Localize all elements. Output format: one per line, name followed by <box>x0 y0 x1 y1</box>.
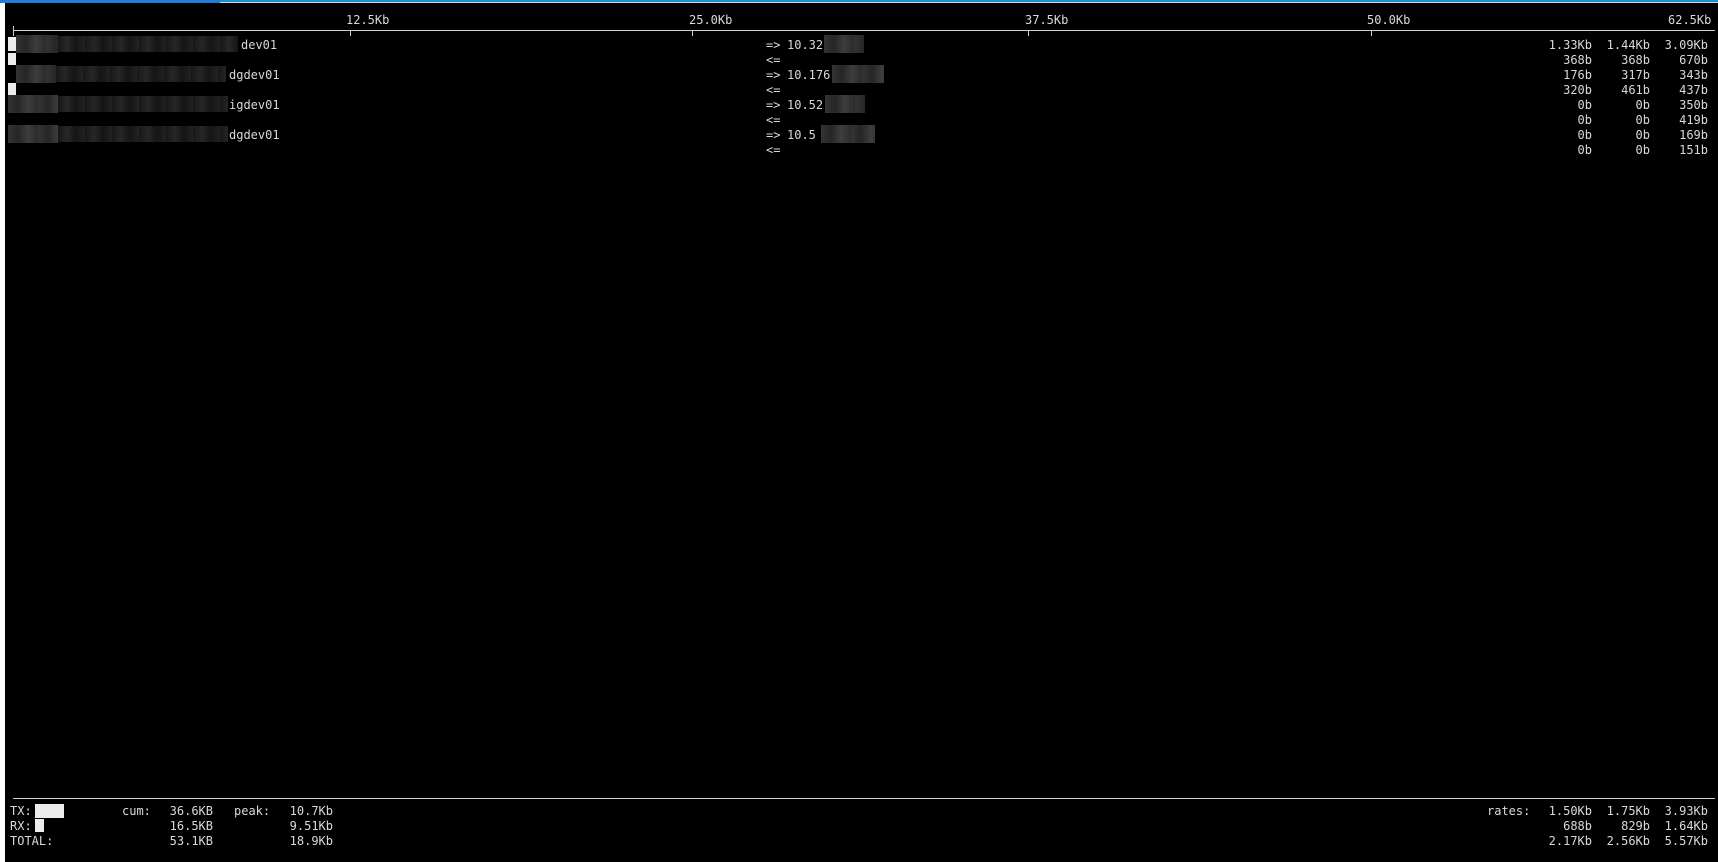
rx-cum: 16.5KB <box>169 819 213 833</box>
redacted-local-host <box>16 35 58 53</box>
tx-rate-10s: 0b <box>1635 128 1650 142</box>
scale-label: 12.5Kb <box>346 13 390 27</box>
scale-tick <box>350 31 351 36</box>
tx-rate-2s: 176b <box>1563 68 1592 82</box>
tx-cum: 36.6KB <box>169 804 213 818</box>
tx-rate-40s: 169b <box>1679 128 1708 142</box>
rates-label: rates: <box>1487 804 1531 818</box>
totals-separator <box>13 798 1715 799</box>
tx-label: TX: <box>10 804 32 818</box>
redaction-block <box>8 83 16 95</box>
rx-rate-40s: 670b <box>1679 53 1708 67</box>
redaction-block <box>8 37 16 51</box>
rx-rate-10s: 368b <box>1621 53 1650 67</box>
tx-rate-10s: 0b <box>1635 98 1650 112</box>
direction-out: => <box>766 98 781 112</box>
rx-rate-40s: 151b <box>1679 143 1708 157</box>
local-host: dgdev01 <box>229 128 280 142</box>
local-host: dgdev01 <box>229 68 280 82</box>
rx-peak: 9.51Kb <box>289 819 333 833</box>
local-host: igdev01 <box>229 98 280 112</box>
rx-rate-10s: 461b <box>1621 83 1650 97</box>
rx-rate-2s: 688b <box>1563 819 1592 833</box>
redacted-remote-host <box>821 125 875 143</box>
direction-out: => <box>766 128 781 142</box>
redaction-block <box>35 804 64 818</box>
scale-tick-origin <box>13 26 14 36</box>
redacted-local-host <box>56 66 226 82</box>
scale-axis-line <box>13 30 1715 31</box>
remote-host: 10.5 <box>787 128 816 142</box>
rx-rate-10s: 0b <box>1635 113 1650 127</box>
tx-rate-2s: 1.33Kb <box>1548 38 1592 52</box>
peak-label: peak: <box>234 804 271 818</box>
tx-rate-40s: 350b <box>1679 98 1708 112</box>
total-label: TOTAL: <box>10 834 54 848</box>
tx-rate-2s: 0b <box>1577 98 1592 112</box>
redacted-local-host <box>16 65 56 83</box>
rx-rate-40s: 437b <box>1679 83 1708 97</box>
redacted-remote-host <box>824 35 864 53</box>
cum-label: cum: <box>122 804 151 818</box>
redacted-local-host <box>8 125 58 143</box>
tx-rate-2s: 0b <box>1577 128 1592 142</box>
tx-rate-40s: 3.09Kb <box>1664 38 1708 52</box>
remote-host: 10.32 <box>787 38 824 52</box>
rx-label: RX: <box>10 819 32 833</box>
direction-out: => <box>766 68 781 82</box>
tx-rate-2s: 1.50Kb <box>1548 804 1592 818</box>
redacted-local-host <box>58 126 228 142</box>
local-host: dev01 <box>241 38 278 52</box>
redacted-remote-host <box>832 65 884 83</box>
tx-rate-10s: 317b <box>1621 68 1650 82</box>
window-top-accent-strip <box>220 0 1718 2</box>
rx-rate-2s: 0b <box>1577 113 1592 127</box>
rx-rate-10s: 829b <box>1621 819 1650 833</box>
tx-rate-10s: 1.75Kb <box>1606 804 1650 818</box>
scale-label: 25.0Kb <box>689 13 733 27</box>
total-cum: 53.1KB <box>169 834 213 848</box>
scale-label: 62.5Kb <box>1668 13 1712 27</box>
rx-rate-40s: 419b <box>1679 113 1708 127</box>
scale-tick <box>692 31 693 36</box>
rx-rate-2s: 0b <box>1577 143 1592 157</box>
direction-out: => <box>766 38 781 52</box>
direction-in: <= <box>766 143 781 157</box>
scale-label: 37.5Kb <box>1025 13 1069 27</box>
rx-rate-10s: 0b <box>1635 143 1650 157</box>
redacted-local-host <box>8 95 58 113</box>
tx-rate-40s: 343b <box>1679 68 1708 82</box>
rx-rate-2s: 320b <box>1563 83 1592 97</box>
scale-tick <box>1028 31 1029 36</box>
redacted-local-host <box>58 96 228 112</box>
direction-in: <= <box>766 83 781 97</box>
total-rate-2s: 2.17Kb <box>1548 834 1592 848</box>
total-peak: 18.9Kb <box>289 834 333 848</box>
rx-rate-40s: 1.64Kb <box>1664 819 1708 833</box>
redacted-remote-host <box>825 95 865 113</box>
tx-peak: 10.7Kb <box>289 804 333 818</box>
remote-host: 10.52 <box>787 98 824 112</box>
iftop-terminal[interactable]: 12.5Kb 25.0Kb 37.5Kb 50.0Kb 62.5Kb dev01… <box>5 3 1718 862</box>
direction-in: <= <box>766 113 781 127</box>
redacted-local-host <box>58 36 238 52</box>
total-rate-10s: 2.56Kb <box>1606 834 1650 848</box>
rx-rate-2s: 368b <box>1563 53 1592 67</box>
direction-in: <= <box>766 53 781 67</box>
remote-host: 10.176 <box>787 68 831 82</box>
scale-tick <box>1371 31 1372 36</box>
tx-rate-10s: 1.44Kb <box>1606 38 1650 52</box>
total-rate-40s: 5.57Kb <box>1664 834 1708 848</box>
redaction-block <box>8 53 16 65</box>
redaction-block <box>35 819 44 832</box>
scale-label: 50.0Kb <box>1367 13 1411 27</box>
tx-rate-40s: 3.93Kb <box>1664 804 1708 818</box>
